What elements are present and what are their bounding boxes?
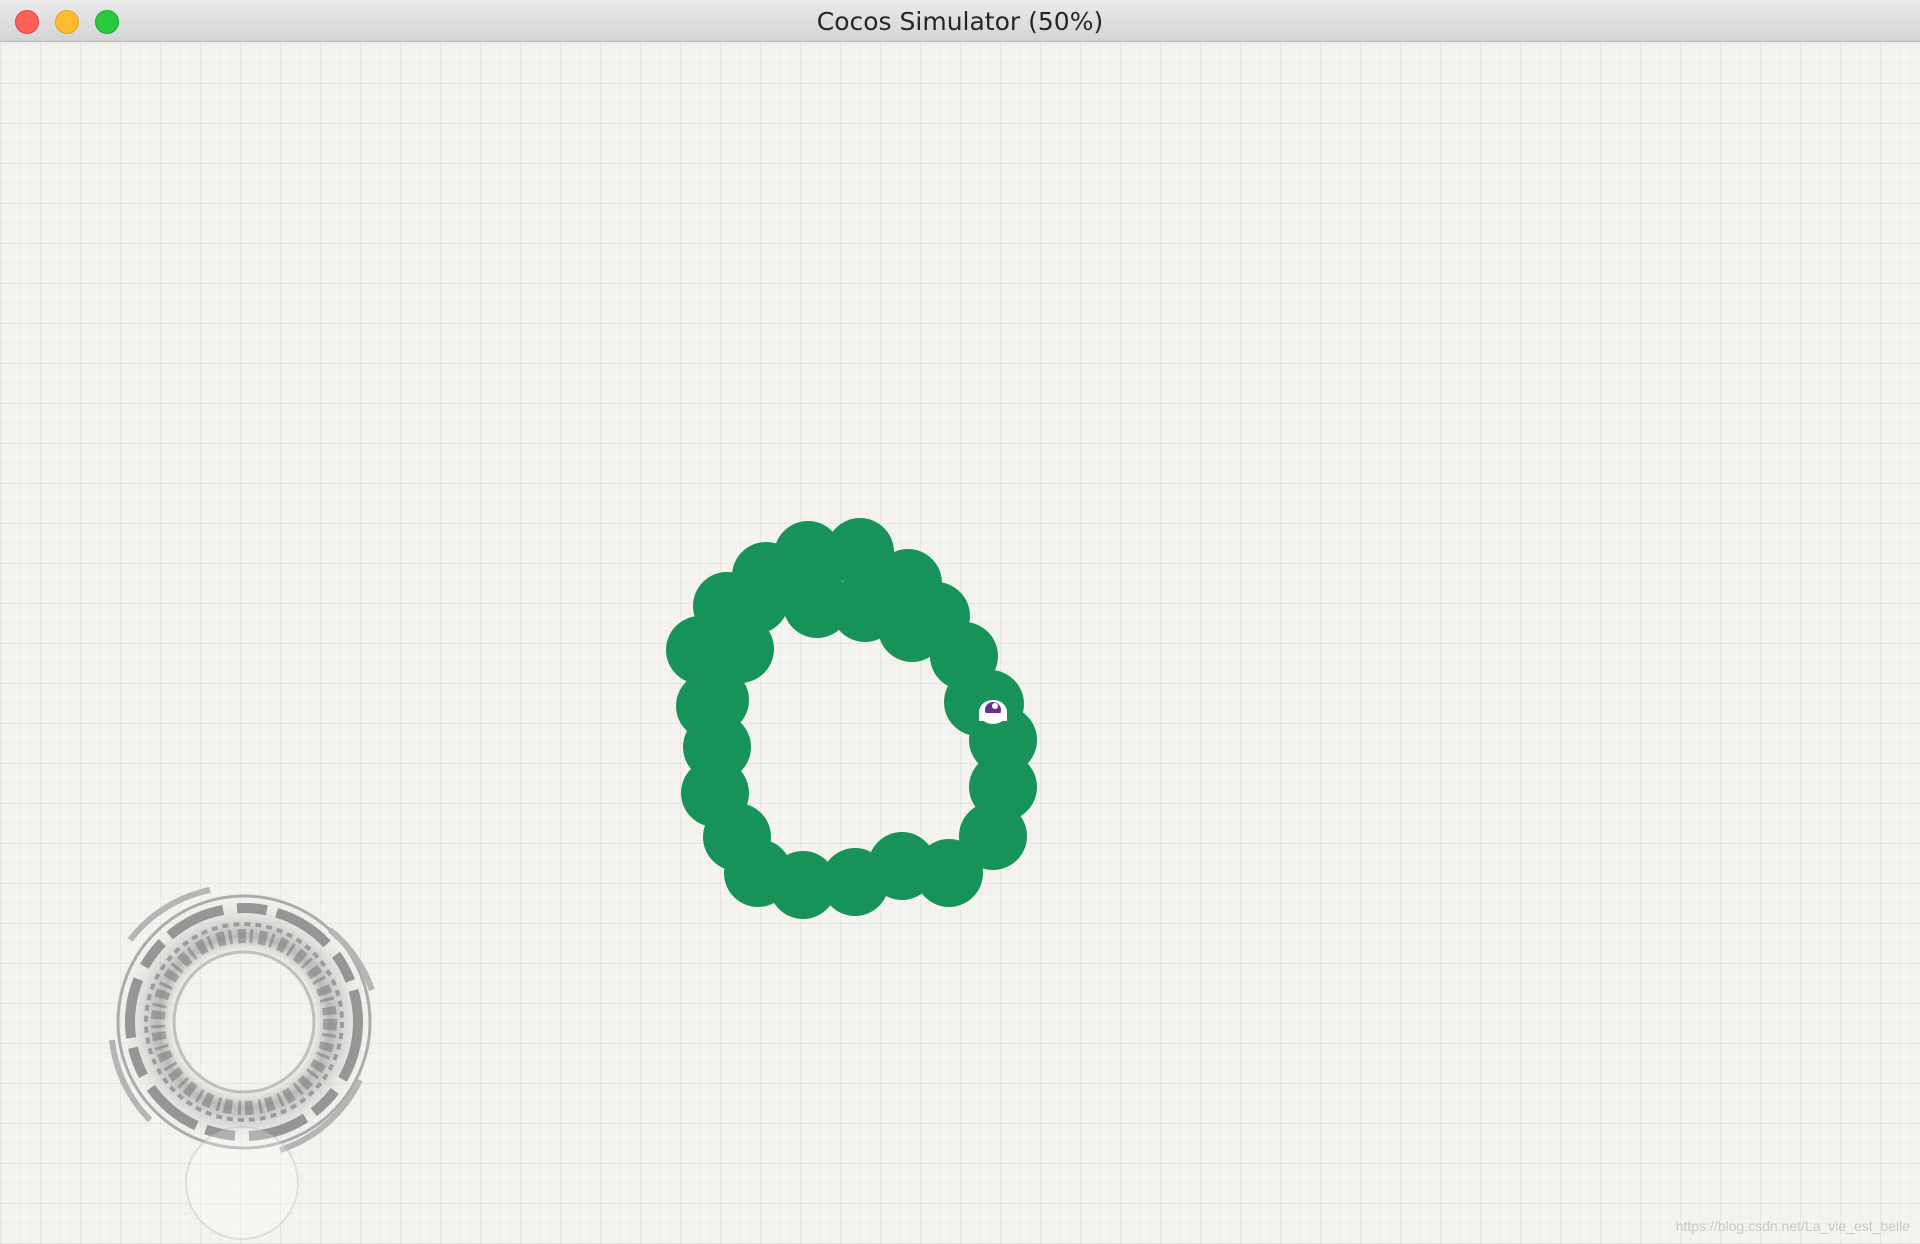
snake-eye-icon — [979, 700, 1007, 724]
joystick-knob[interactable] — [185, 1126, 299, 1240]
snake-segment — [821, 848, 889, 916]
joystick[interactable] — [106, 884, 382, 1160]
game-canvas[interactable]: https://blog.csdn.net/La_vie_est_belle — [0, 43, 1920, 1244]
snake-segment — [783, 570, 851, 638]
window-title: Cocos Simulator (50%) — [816, 7, 1104, 36]
simulator-window: Cocos Simulator (50%) https://blog.csdn.… — [0, 0, 1920, 1244]
snake-segment — [681, 666, 749, 734]
title-bar[interactable]: Cocos Simulator (50%) — [0, 0, 1920, 42]
game-scene — [106, 518, 1037, 1240]
watermark: https://blog.csdn.net/La_vie_est_belle — [1675, 1218, 1910, 1234]
